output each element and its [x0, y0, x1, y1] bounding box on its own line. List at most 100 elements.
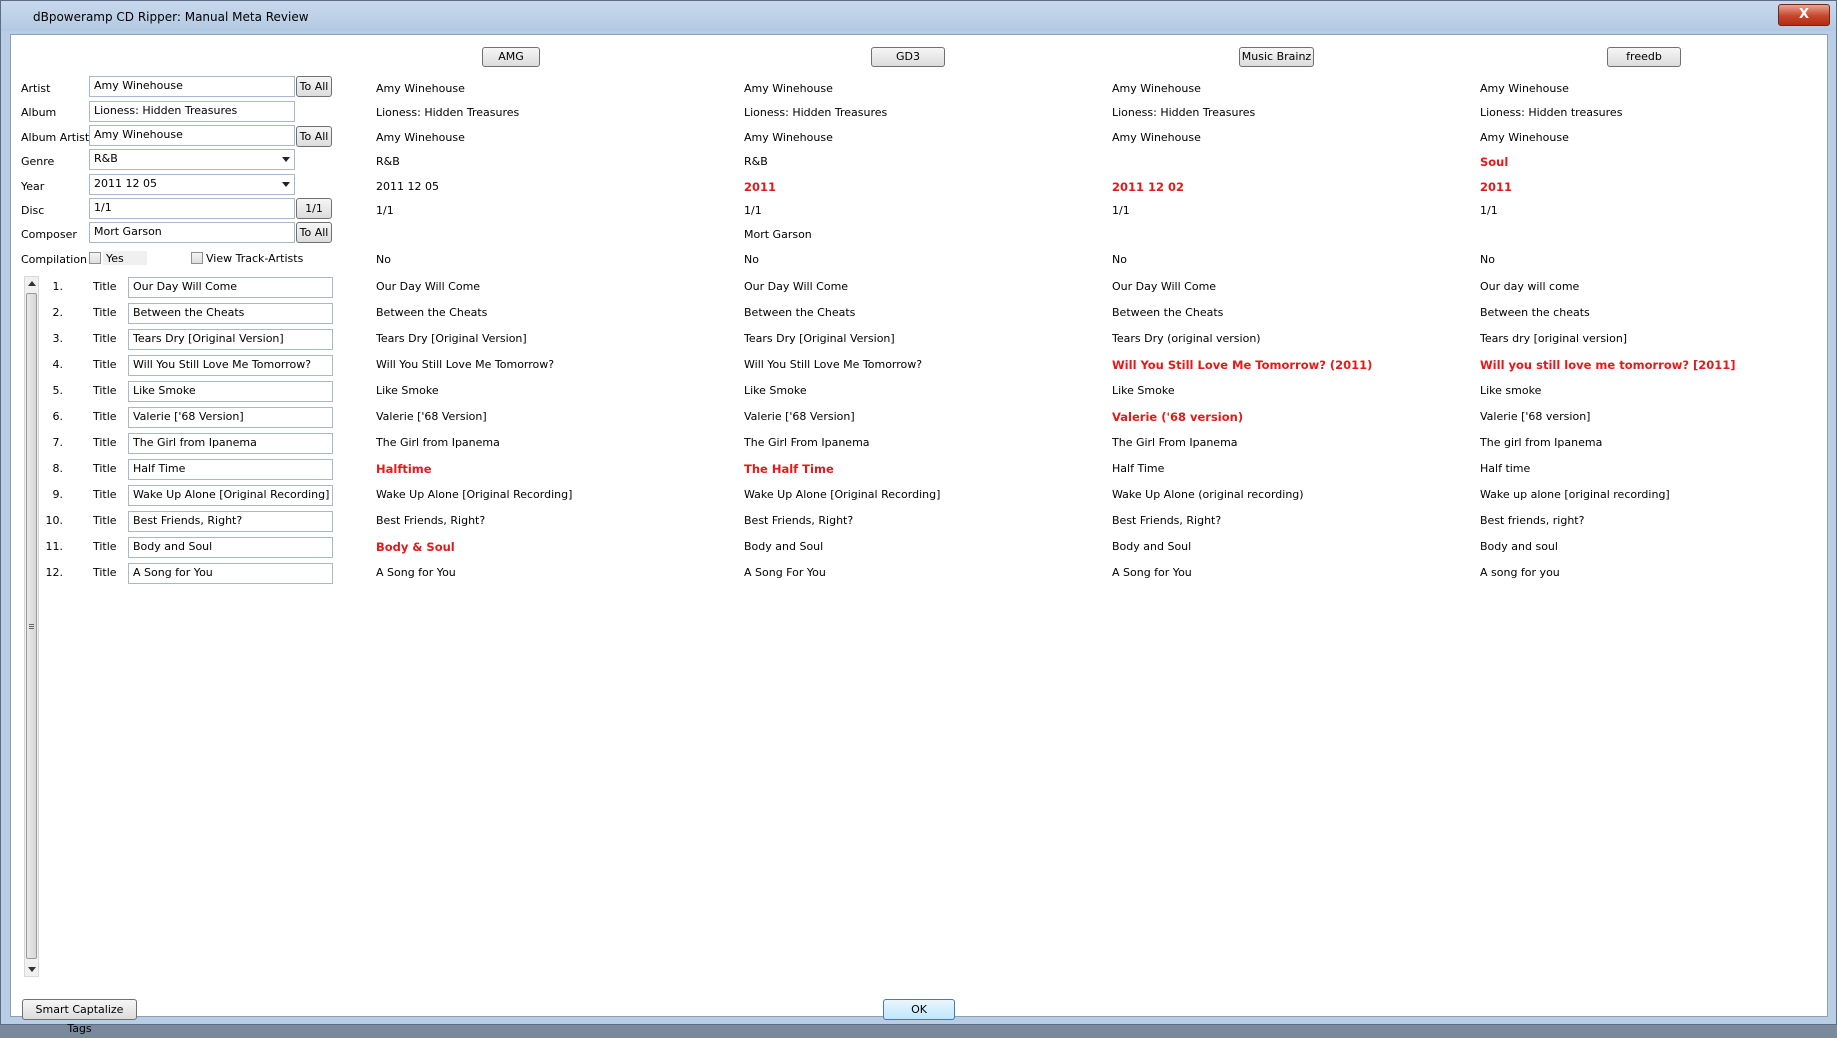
track-source-1-title: Will You Still Love Me Tomorrow?: [744, 358, 923, 371]
source-1-meta-value-1: Lioness: Hidden Treasures: [744, 106, 888, 119]
track-source-2-title: Valerie ('68 version): [1112, 410, 1244, 424]
track-title-input[interactable]: Tears Dry [Original Version]: [128, 329, 333, 350]
album-label: Album: [21, 106, 57, 119]
track-source-2-title: Between the Cheats: [1112, 306, 1224, 319]
track-title-input[interactable]: Best Friends, Right?: [128, 511, 333, 532]
track-source-1-title: Body and Soul: [744, 540, 824, 553]
album-input[interactable]: Lioness: Hidden Treasures: [89, 101, 295, 122]
track-source-3-title: Wake up alone [original recording]: [1480, 488, 1670, 501]
track-title-label: Title: [93, 410, 117, 423]
source-3-meta-value-7: No: [1480, 253, 1495, 266]
disc-input[interactable]: 1/1: [89, 198, 295, 219]
track-title-input[interactable]: Will You Still Love Me Tomorrow?: [128, 355, 333, 376]
genre-label: Genre: [21, 155, 55, 168]
track-title-input[interactable]: Between the Cheats: [128, 303, 333, 324]
title-bar[interactable]: dBpoweramp CD Ripper: Manual Meta Review…: [1, 1, 1836, 31]
window-title: dBpoweramp CD Ripper: Manual Meta Review: [33, 10, 309, 24]
source-button-freedb[interactable]: freedb: [1607, 47, 1681, 67]
composer-input[interactable]: Mort Garson: [89, 222, 295, 243]
year-select[interactable]: 2011 12 05: [89, 174, 295, 195]
track-number: 2.: [52, 306, 64, 319]
track-source-1-title: Between the Cheats: [744, 306, 856, 319]
source-button-amg[interactable]: AMG: [482, 47, 540, 67]
track-source-0-title: Wake Up Alone [Original Recording]: [376, 488, 573, 501]
track-title-input[interactable]: Like Smoke: [128, 381, 333, 402]
ok-button[interactable]: OK: [883, 999, 955, 1020]
artist-label: Artist: [21, 82, 51, 95]
track-number: 4.: [52, 358, 64, 371]
source-1-meta-value-7: No: [744, 253, 759, 266]
compilation-yes-label: Yes: [106, 252, 124, 265]
artist-input[interactable]: Amy Winehouse: [89, 76, 295, 97]
track-title-input[interactable]: A Song for You: [128, 563, 333, 584]
track-number: 6.: [52, 410, 64, 423]
track-source-0-title: Body & Soul: [376, 540, 455, 554]
source-1-meta-value-4: 2011: [744, 180, 777, 194]
track-source-3-title: A song for you: [1480, 566, 1560, 579]
track-title-label: Title: [93, 358, 117, 371]
track-number: 10.: [45, 514, 64, 527]
track-source-2-title: Best Friends, Right?: [1112, 514, 1222, 527]
track-source-1-title: A Song For You: [744, 566, 826, 579]
track-source-2-title: Body and Soul: [1112, 540, 1192, 553]
source-0-meta-value-1: Lioness: Hidden Treasures: [376, 106, 520, 119]
album-artist-input[interactable]: Amy Winehouse: [89, 125, 295, 146]
source-0-meta-value-0: Amy Winehouse: [376, 82, 465, 95]
track-title-label: Title: [93, 566, 117, 579]
track-title-input[interactable]: Wake Up Alone [Original Recording]: [128, 485, 333, 506]
composer-to-all-button[interactable]: To All: [296, 222, 332, 243]
genre-select[interactable]: R&B: [89, 149, 295, 170]
smart-capitalize-button[interactable]: Smart Captalize Tags: [22, 999, 137, 1035]
chevron-down-icon[interactable]: [282, 182, 290, 187]
track-title-label: Title: [93, 540, 117, 553]
track-title-label: Title: [93, 462, 117, 475]
track-source-2-title: Like Smoke: [1112, 384, 1175, 397]
genre-value: R&B: [94, 152, 118, 165]
source-button-musicbrainz[interactable]: Music Brainz: [1239, 47, 1314, 67]
track-source-1-title: Tears Dry [Original Version]: [744, 332, 895, 345]
view-track-artists-label: View Track-Artists: [206, 252, 304, 265]
track-title-input[interactable]: The Girl from Ipanema: [128, 433, 333, 454]
track-title-label: Title: [93, 488, 117, 501]
track-source-3-title: Best friends, right?: [1480, 514, 1585, 527]
year-value: 2011 12 05: [94, 177, 157, 190]
track-list-scrollbar[interactable]: [24, 276, 39, 977]
album-artist-label: Album Artist: [21, 131, 90, 144]
client-area: AMG GD3 Music Brainz freedb Artist Album…: [10, 34, 1828, 1035]
disc-label: Disc: [21, 204, 45, 217]
track-source-3-title: Valerie ['68 version]: [1480, 410, 1591, 423]
track-title-input[interactable]: Our Day Will Come: [128, 277, 333, 298]
disc-set-button[interactable]: 1/1: [296, 198, 332, 219]
track-source-0-title: The Girl from Ipanema: [376, 436, 500, 449]
track-source-3-title: Half time: [1480, 462, 1531, 475]
track-source-2-title: Will You Still Love Me Tomorrow? (2011): [1112, 358, 1373, 372]
track-source-0-title: Will You Still Love Me Tomorrow?: [376, 358, 555, 371]
source-0-meta-value-7: No: [376, 253, 391, 266]
track-title-label: Title: [93, 436, 117, 449]
track-source-0-title: Like Smoke: [376, 384, 439, 397]
source-3-meta-value-2: Amy Winehouse: [1480, 131, 1569, 144]
album-artist-to-all-button[interactable]: To All: [296, 126, 332, 147]
source-0-meta-value-5: 1/1: [376, 204, 394, 217]
compilation-checkbox[interactable]: [89, 252, 101, 264]
track-source-3-title: Will you still love me tomorrow? [2011]: [1480, 358, 1736, 372]
track-source-3-title: Tears dry [original version]: [1480, 332, 1628, 345]
track-title-input[interactable]: Half Time: [128, 459, 333, 480]
track-source-3-title: Between the cheats: [1480, 306, 1590, 319]
track-source-2-title: Wake Up Alone (original recording): [1112, 488, 1304, 501]
view-track-artists-checkbox[interactable]: [191, 252, 203, 264]
source-3-meta-value-0: Amy Winehouse: [1480, 82, 1569, 95]
track-number: 3.: [52, 332, 64, 345]
source-2-meta-value-4: 2011 12 02: [1112, 180, 1185, 194]
scroll-down-arrow-icon[interactable]: [28, 967, 36, 972]
source-button-gd3[interactable]: GD3: [871, 47, 945, 67]
chevron-down-icon[interactable]: [282, 157, 290, 162]
track-title-input[interactable]: Body and Soul: [128, 537, 333, 558]
source-2-meta-value-0: Amy Winehouse: [1112, 82, 1201, 95]
close-button[interactable]: X: [1778, 4, 1830, 26]
track-source-1-title: Wake Up Alone [Original Recording]: [744, 488, 941, 501]
artist-to-all-button[interactable]: To All: [296, 76, 332, 97]
source-3-meta-value-5: 1/1: [1480, 204, 1498, 217]
source-1-meta-value-3: R&B: [744, 155, 768, 168]
track-title-input[interactable]: Valerie ['68 Version]: [128, 407, 333, 428]
